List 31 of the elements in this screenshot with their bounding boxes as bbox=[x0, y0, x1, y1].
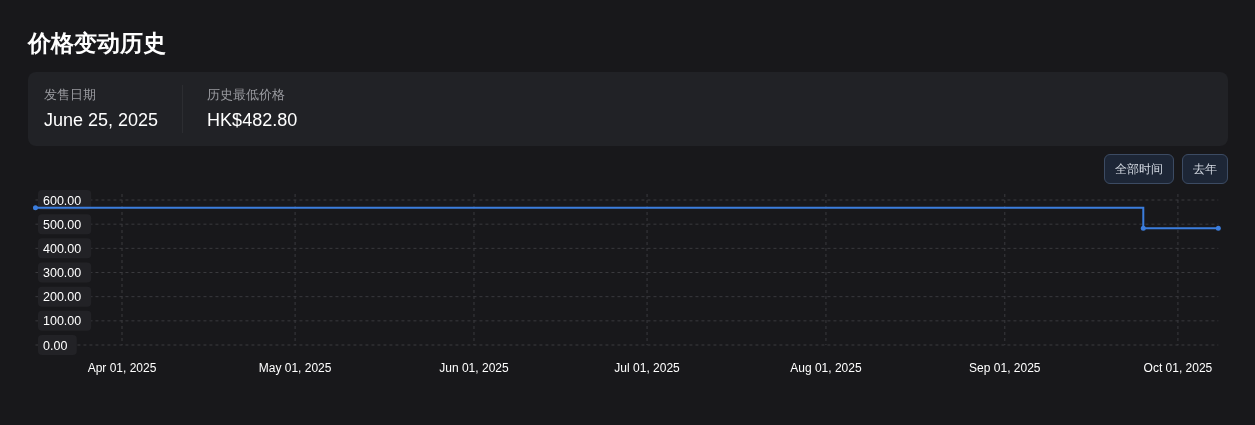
x-axis-label: Jun 01, 2025 bbox=[439, 361, 509, 375]
y-axis-label: 100.00 bbox=[38, 310, 92, 331]
stat-value: HK$482.80 bbox=[207, 109, 298, 132]
stat-label: 历史最低价格 bbox=[207, 86, 287, 104]
range-button[interactable]: 全部时间 bbox=[1104, 154, 1174, 184]
x-axis-label: Sep 01, 2025 bbox=[969, 361, 1041, 375]
y-tick-label: 200.00 bbox=[43, 290, 82, 305]
y-axis-label: 400.00 bbox=[38, 238, 92, 259]
y-tick-label: 400.00 bbox=[43, 241, 82, 256]
x-axis-label: Aug 01, 2025 bbox=[790, 361, 862, 375]
data-point bbox=[32, 205, 38, 211]
x-axis-label: May 01, 2025 bbox=[258, 361, 332, 375]
y-axis-label: 600.00 bbox=[38, 190, 92, 210]
data-point bbox=[1215, 225, 1221, 231]
x-axis-label: Oct 01, 2025 bbox=[1143, 361, 1213, 375]
x-axis-label: Apr 01, 2025 bbox=[87, 361, 157, 375]
range-button[interactable]: 去年 bbox=[1182, 154, 1228, 184]
y-tick-label: 300.00 bbox=[43, 266, 82, 280]
y-tick-label: 0.00 bbox=[43, 338, 68, 353]
y-axis-label: 200.00 bbox=[38, 286, 92, 307]
data-point bbox=[1140, 225, 1146, 231]
y-axis-label: 0.00 bbox=[38, 335, 77, 355]
y-tick-label: 100.00 bbox=[43, 314, 82, 329]
x-axis-label: Jul 01, 2025 bbox=[614, 361, 680, 375]
stat-label: 发售日期 bbox=[44, 86, 97, 104]
y-axis-label: 300.00 bbox=[38, 262, 92, 283]
y-axis-label: 500.00 bbox=[38, 214, 92, 235]
y-tick-label: 600.00 bbox=[43, 193, 82, 208]
stat-value: June 25, 2025 bbox=[44, 109, 159, 132]
page-title: 价格变动历史 bbox=[28, 29, 167, 58]
y-tick-label: 500.00 bbox=[43, 217, 82, 232]
